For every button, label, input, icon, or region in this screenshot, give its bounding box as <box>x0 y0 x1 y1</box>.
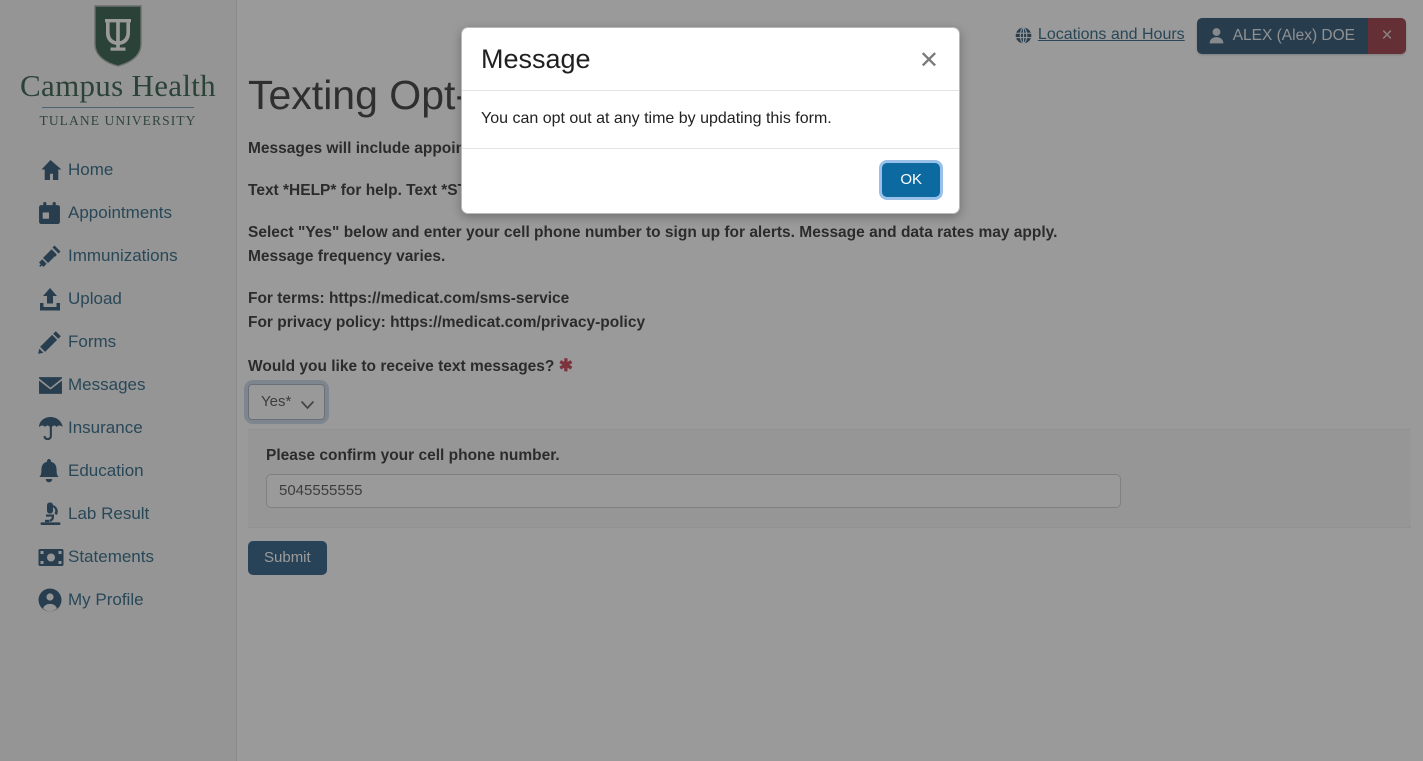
message-modal: Message ✕ You can opt out at any time by… <box>461 27 960 214</box>
modal-ok-button[interactable]: OK <box>882 162 940 197</box>
modal-title: Message <box>481 44 591 74</box>
modal-header: Message ✕ <box>462 28 959 91</box>
modal-footer: OK <box>462 149 959 213</box>
modal-close-icon[interactable]: ✕ <box>919 45 941 73</box>
modal-body-text: You can opt out at any time by updating … <box>462 91 959 149</box>
